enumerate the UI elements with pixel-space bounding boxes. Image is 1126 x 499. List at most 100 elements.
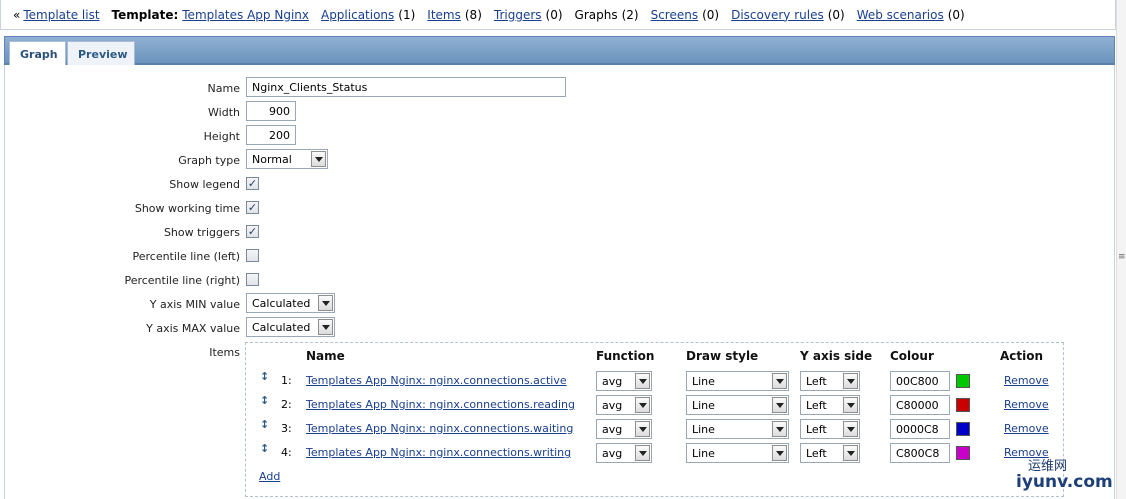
show-working-time-checkbox[interactable]: ✓ bbox=[246, 201, 259, 214]
triggers-link[interactable]: Triggers bbox=[494, 8, 542, 22]
watermark-line2: iyunv.com bbox=[1016, 472, 1113, 492]
items-count: (8) bbox=[464, 7, 482, 22]
chevron-down-icon bbox=[635, 373, 650, 389]
graph-items-table: Name Function Draw style Y axis side Col… bbox=[245, 342, 1064, 497]
template-nav-bar: « Template list Template: Templates App … bbox=[0, 0, 1116, 30]
applications-link[interactable]: Applications bbox=[321, 8, 394, 22]
function-value: avg bbox=[602, 446, 623, 460]
chevron-down-icon bbox=[318, 295, 333, 311]
function-value: avg bbox=[602, 374, 623, 388]
graph-type-select[interactable]: Normal bbox=[246, 149, 328, 169]
percentile-left-checkbox[interactable] bbox=[246, 249, 259, 262]
item-index: 1: bbox=[281, 374, 292, 387]
chevron-down-icon bbox=[843, 421, 858, 437]
colour-swatch[interactable] bbox=[956, 422, 970, 436]
screens-link[interactable]: Screens bbox=[651, 8, 699, 22]
chevron-down-icon bbox=[843, 445, 858, 461]
chevron-down-icon bbox=[635, 397, 650, 413]
draw-style-value: Line bbox=[692, 398, 715, 412]
show-working-time-label: Show working time bbox=[134, 202, 240, 215]
chevron-down-icon bbox=[772, 421, 787, 437]
name-input[interactable]: Nginx_Clients_Status bbox=[246, 77, 566, 97]
width-label: Width bbox=[208, 106, 240, 119]
percentile-right-label: Percentile line (right) bbox=[124, 274, 240, 287]
item-index: 3: bbox=[281, 422, 292, 435]
colour-swatch[interactable] bbox=[956, 398, 970, 412]
y-axis-select[interactable]: Left bbox=[800, 371, 860, 391]
drag-handle-icon[interactable]: ↕ bbox=[260, 371, 269, 382]
colour-input[interactable]: C800C8 bbox=[890, 443, 950, 463]
chevron-down-icon bbox=[843, 397, 858, 413]
draw-style-value: Line bbox=[692, 446, 715, 460]
y-axis-value: Left bbox=[806, 422, 827, 436]
function-select[interactable]: avg bbox=[596, 419, 652, 439]
percentile-right-checkbox[interactable] bbox=[246, 273, 259, 286]
percentile-left-label: Percentile line (left) bbox=[132, 250, 240, 263]
item-name-link[interactable]: Templates App Nginx: nginx.connections.r… bbox=[306, 398, 575, 411]
template-label: Template: bbox=[111, 7, 179, 22]
item-index: 4: bbox=[281, 446, 292, 459]
function-select[interactable]: avg bbox=[596, 395, 652, 415]
col-draw-style-header: Draw style bbox=[686, 349, 759, 363]
show-triggers-label: Show triggers bbox=[163, 226, 240, 239]
function-select[interactable]: avg bbox=[596, 371, 652, 391]
drag-handle-icon[interactable]: ↕ bbox=[260, 419, 269, 430]
ymax-select[interactable]: Calculated bbox=[246, 317, 335, 337]
col-y-axis-header: Y axis side bbox=[800, 349, 873, 363]
ymin-select[interactable]: Calculated bbox=[246, 293, 335, 313]
colour-input[interactable]: 0000C8 bbox=[890, 419, 950, 439]
draw-style-select[interactable]: Line bbox=[686, 443, 789, 463]
function-select[interactable]: avg bbox=[596, 443, 652, 463]
col-action-header: Action bbox=[1000, 349, 1044, 363]
remove-item-link[interactable]: Remove bbox=[1004, 398, 1049, 411]
item-name-link[interactable]: Templates App Nginx: nginx.connections.w… bbox=[306, 446, 571, 459]
ymin-value: Calculated bbox=[252, 296, 311, 310]
y-axis-select[interactable]: Left bbox=[800, 419, 860, 439]
web-scenarios-link[interactable]: Web scenarios bbox=[857, 8, 944, 22]
drag-handle-icon[interactable]: ↕ bbox=[260, 443, 269, 454]
graphs-count: (2) bbox=[621, 7, 639, 22]
tab-strip: Graph Preview bbox=[4, 36, 1115, 66]
screens-count: (0) bbox=[702, 7, 720, 22]
show-legend-checkbox[interactable]: ✓ bbox=[246, 177, 259, 190]
add-item-link[interactable]: Add bbox=[259, 470, 280, 483]
items-link[interactable]: Items bbox=[427, 8, 461, 22]
draw-style-select[interactable]: Line bbox=[686, 395, 789, 415]
chevron-down-icon bbox=[635, 421, 650, 437]
draw-style-value: Line bbox=[692, 422, 715, 436]
colour-input[interactable]: C80000 bbox=[890, 395, 950, 415]
remove-item-link[interactable]: Remove bbox=[1004, 374, 1049, 387]
discovery-rules-link[interactable]: Discovery rules bbox=[731, 8, 824, 22]
template-name-link[interactable]: Templates App Nginx bbox=[182, 8, 309, 22]
colour-swatch[interactable] bbox=[956, 374, 970, 388]
chevron-down-icon bbox=[635, 445, 650, 461]
item-name-link[interactable]: Templates App Nginx: nginx.connections.a… bbox=[306, 374, 567, 387]
show-triggers-checkbox[interactable]: ✓ bbox=[246, 225, 259, 238]
window-scrollbar[interactable]: ≡ bbox=[1116, 0, 1126, 499]
y-axis-value: Left bbox=[806, 446, 827, 460]
item-name-link[interactable]: Templates App Nginx: nginx.connections.w… bbox=[306, 422, 573, 435]
template-list-link[interactable]: Template list bbox=[23, 8, 99, 22]
drag-handle-icon[interactable]: ↕ bbox=[260, 395, 269, 406]
draw-style-select[interactable]: Line bbox=[686, 371, 789, 391]
grip-icon: ≡ bbox=[1118, 252, 1126, 262]
width-input[interactable]: 900 bbox=[246, 101, 296, 121]
watermark-logo: 运维网 iyunv.com bbox=[1002, 455, 1122, 497]
height-input[interactable]: 200 bbox=[246, 125, 296, 145]
draw-style-value: Line bbox=[692, 374, 715, 388]
remove-item-link[interactable]: Remove bbox=[1004, 422, 1049, 435]
height-label: Height bbox=[203, 130, 240, 143]
y-axis-value: Left bbox=[806, 374, 827, 388]
chevron-down-icon bbox=[772, 445, 787, 461]
function-value: avg bbox=[602, 422, 623, 436]
tab-preview[interactable]: Preview bbox=[67, 41, 135, 66]
draw-style-select[interactable]: Line bbox=[686, 419, 789, 439]
form-labels: Name Width Height Graph type Show legend… bbox=[5, 65, 240, 465]
tab-graph[interactable]: Graph bbox=[9, 41, 66, 66]
chevron-down-icon bbox=[318, 319, 333, 335]
colour-input[interactable]: 00C800 bbox=[890, 371, 950, 391]
y-axis-select[interactable]: Left bbox=[800, 395, 860, 415]
colour-swatch[interactable] bbox=[956, 446, 970, 460]
chevron-down-icon bbox=[311, 151, 326, 167]
y-axis-select[interactable]: Left bbox=[800, 443, 860, 463]
